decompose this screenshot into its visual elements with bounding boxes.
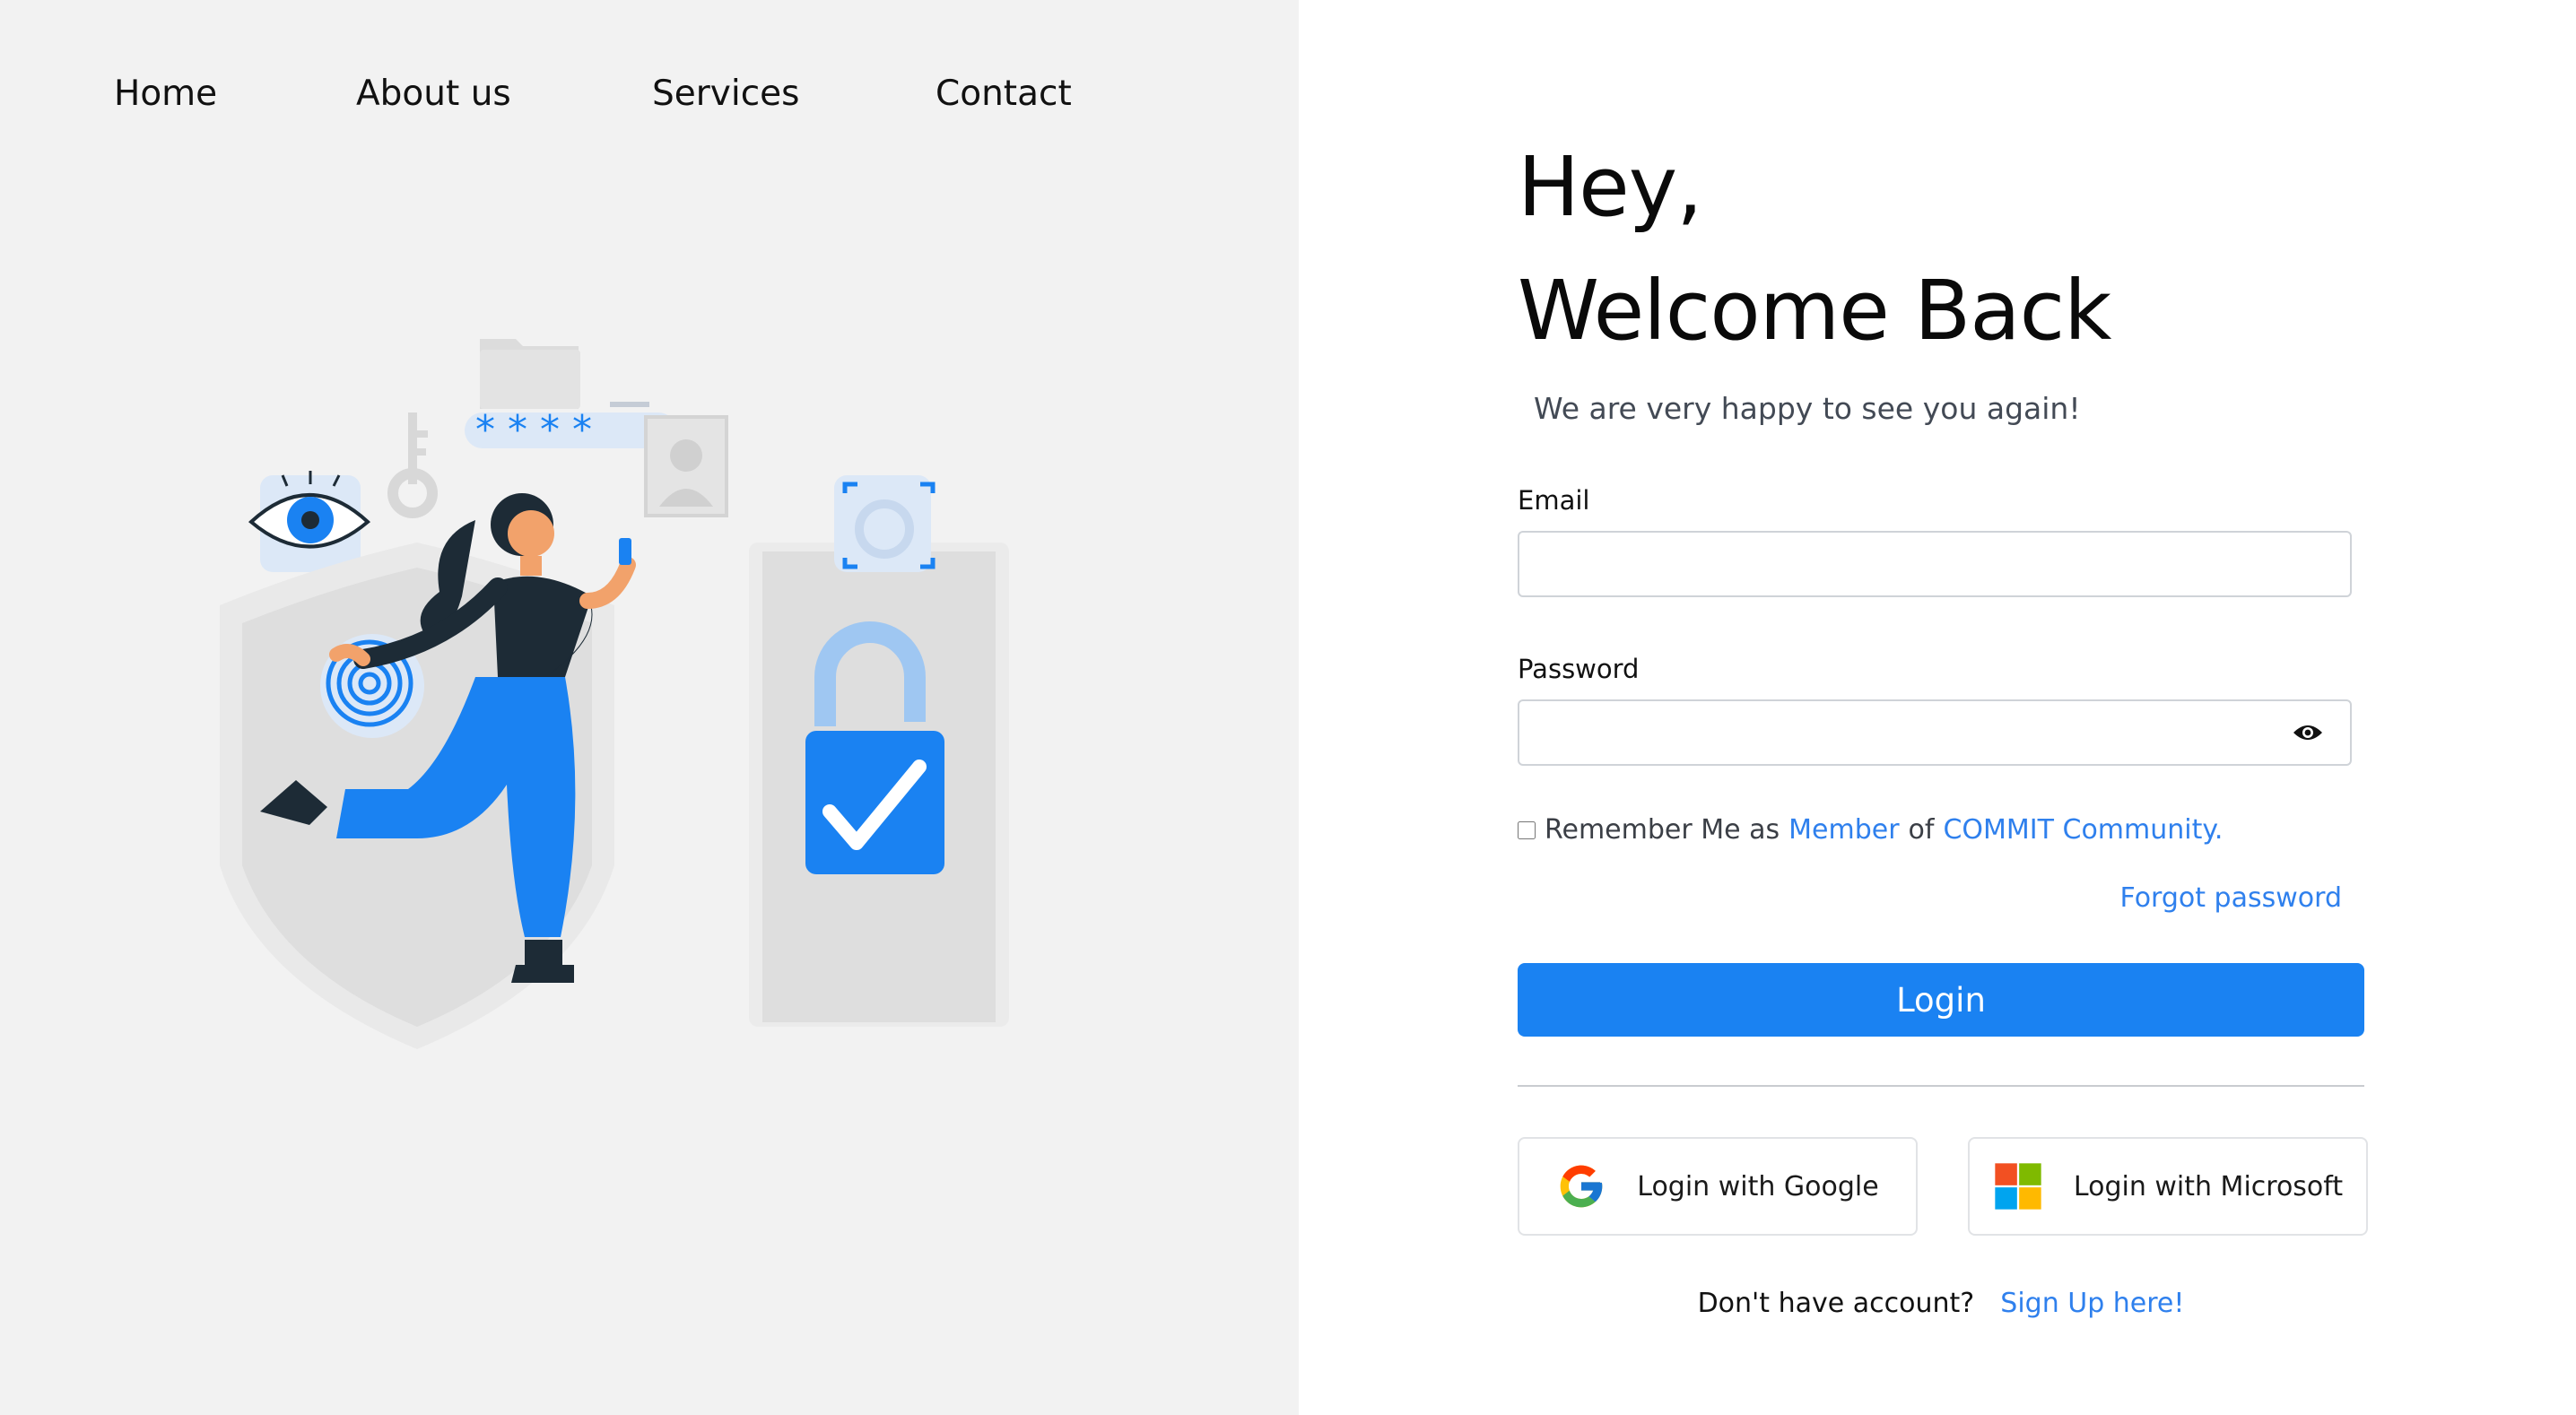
remember-me-row: Remember Me as Member of COMMIT Communit… [1518,812,2370,848]
forgot-password-link[interactable]: Forgot password [2120,882,2342,914]
commit-community-link[interactable]: COMMIT Community. [1943,812,2223,848]
folder-icon [480,339,580,409]
greeting-line-2: Welcome Back [1518,263,2111,359]
member-link[interactable]: Member [1788,812,1899,848]
signup-prompt: Don't have account? [1697,1288,1975,1319]
face-id-icon [834,475,936,572]
login-page: Home About us Services Contact * * * * H… [0,0,2576,1415]
nav-contact-link[interactable]: Contact [936,63,1072,126]
email-input[interactable] [1519,533,2350,595]
remember-of-text: of [1908,814,1935,846]
nav-home-link[interactable]: Home [114,63,217,126]
google-g-icon [1560,1165,1603,1208]
remember-me-checkbox[interactable] [1518,821,1536,839]
signup-row: Don't have account? Sign Up here! [1518,1284,2364,1324]
login-button[interactable]: Login [1518,963,2364,1037]
eye-icon[interactable] [2293,722,2323,743]
microsoft-logo-icon [1995,1163,2041,1210]
password-label: Password [1518,654,1640,684]
email-label: Email [1518,485,1590,516]
profile-card-graphic [644,415,728,517]
greeting-line-1: Hey, [1518,139,1702,235]
eye-card-icon [248,471,371,572]
signup-link[interactable]: Sign Up here! [2000,1288,2184,1319]
right-panel: Hey, Welcome Back We are very happy to s… [1299,0,2576,1415]
nav-services-link[interactable]: Services [652,63,799,126]
password-stars-text: * * * * [475,407,592,453]
forgot-password-row: Forgot password [1518,881,2342,916]
subheading: We are very happy to see you again! [1534,391,2081,426]
google-login-label: Login with Google [1637,1170,1879,1202]
remember-me-text: Remember Me as [1545,814,1780,846]
microsoft-login-button[interactable]: Login with Microsoft [1968,1137,2368,1236]
microsoft-login-label: Login with Microsoft [2073,1170,2344,1202]
login-form: Hey, Welcome Back We are very happy to s… [1518,126,2370,1324]
left-panel: Home About us Services Contact * * * * [0,0,1299,1415]
google-login-button[interactable]: Login with Google [1518,1137,1918,1236]
greeting-title: Hey, Welcome Back [1518,126,2370,373]
email-field-box [1518,531,2352,597]
social-login-row: Login with Google Login with Microsoft [1518,1137,2368,1236]
nav-about-link[interactable]: About us [356,63,511,126]
security-illustration: * * * * [220,339,1009,1049]
password-input[interactable] [1519,701,2350,764]
password-field-box [1518,699,2352,766]
divider [1518,1085,2364,1087]
key-icon [387,412,438,518]
